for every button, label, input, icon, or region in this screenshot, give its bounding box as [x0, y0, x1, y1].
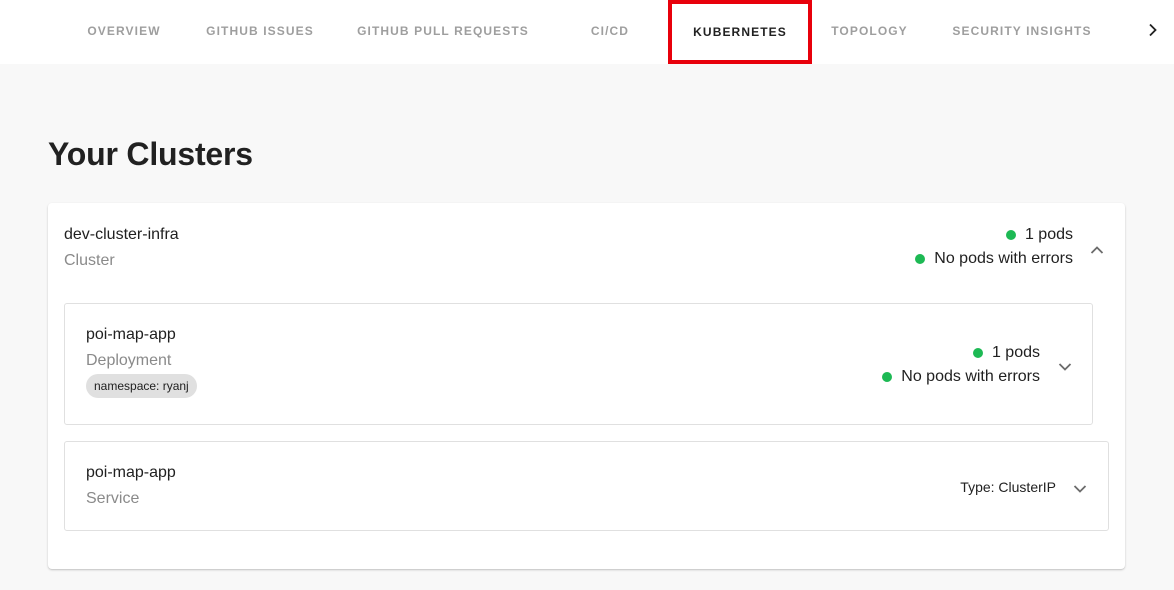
cluster-errors-text: No pods with errors — [934, 250, 1073, 267]
tab-bar: Overview GitHub Issues GitHub Pull Reque… — [0, 0, 1174, 64]
chevron-up-icon[interactable] — [1090, 242, 1104, 260]
cluster-card: dev-cluster-infra Cluster 1 pods No pods… — [48, 203, 1125, 569]
deployment-pods-status: 1 pods — [972, 344, 1040, 362]
tab-github-pull-requests[interactable]: GitHub Pull Requests — [354, 0, 532, 62]
page-title: Your Clusters — [48, 136, 253, 172]
deployment-errors-status: No pods with errors — [882, 368, 1040, 386]
cluster-name: dev-cluster-infra — [64, 226, 179, 243]
deployment-pods-count: 1 pods — [991, 344, 1040, 361]
status-dot-icon — [972, 348, 983, 358]
deployment-name: poi-map-app — [86, 326, 176, 343]
service-type: Type: ClusterIP — [960, 479, 1056, 495]
status-dot-icon — [915, 254, 926, 264]
cluster-errors-status: No pods with errors — [915, 250, 1073, 268]
chevron-down-icon[interactable] — [1058, 359, 1072, 377]
service-kind: Service — [86, 490, 140, 507]
service-name: poi-map-app — [86, 464, 176, 481]
tab-security-insights[interactable]: Security Insights — [948, 0, 1096, 62]
tab-ci-cd[interactable]: CI/CD — [584, 0, 636, 62]
tab-kubernetes[interactable]: Kubernetes — [668, 0, 812, 64]
deployment-kind: Deployment — [86, 352, 172, 369]
namespace-chip: namespace: ryanj — [86, 374, 197, 398]
chevron-right-icon[interactable] — [1144, 18, 1162, 42]
deployment-card[interactable]: poi-map-app Deployment namespace: ryanj … — [64, 303, 1093, 425]
tab-github-issues[interactable]: GitHub Issues — [202, 0, 318, 62]
status-dot-icon — [882, 372, 893, 382]
cluster-pods-count: 1 pods — [1024, 226, 1073, 243]
tab-overview[interactable]: Overview — [84, 0, 164, 62]
tab-topology[interactable]: Topology — [826, 0, 913, 62]
status-dot-icon — [1005, 230, 1016, 240]
chevron-down-icon[interactable] — [1073, 481, 1087, 499]
cluster-kind: Cluster — [64, 252, 115, 269]
service-card[interactable]: poi-map-app Service Type: ClusterIP — [64, 441, 1109, 531]
cluster-pods-status: 1 pods — [1005, 226, 1073, 244]
deployment-errors-text: No pods with errors — [901, 368, 1040, 385]
